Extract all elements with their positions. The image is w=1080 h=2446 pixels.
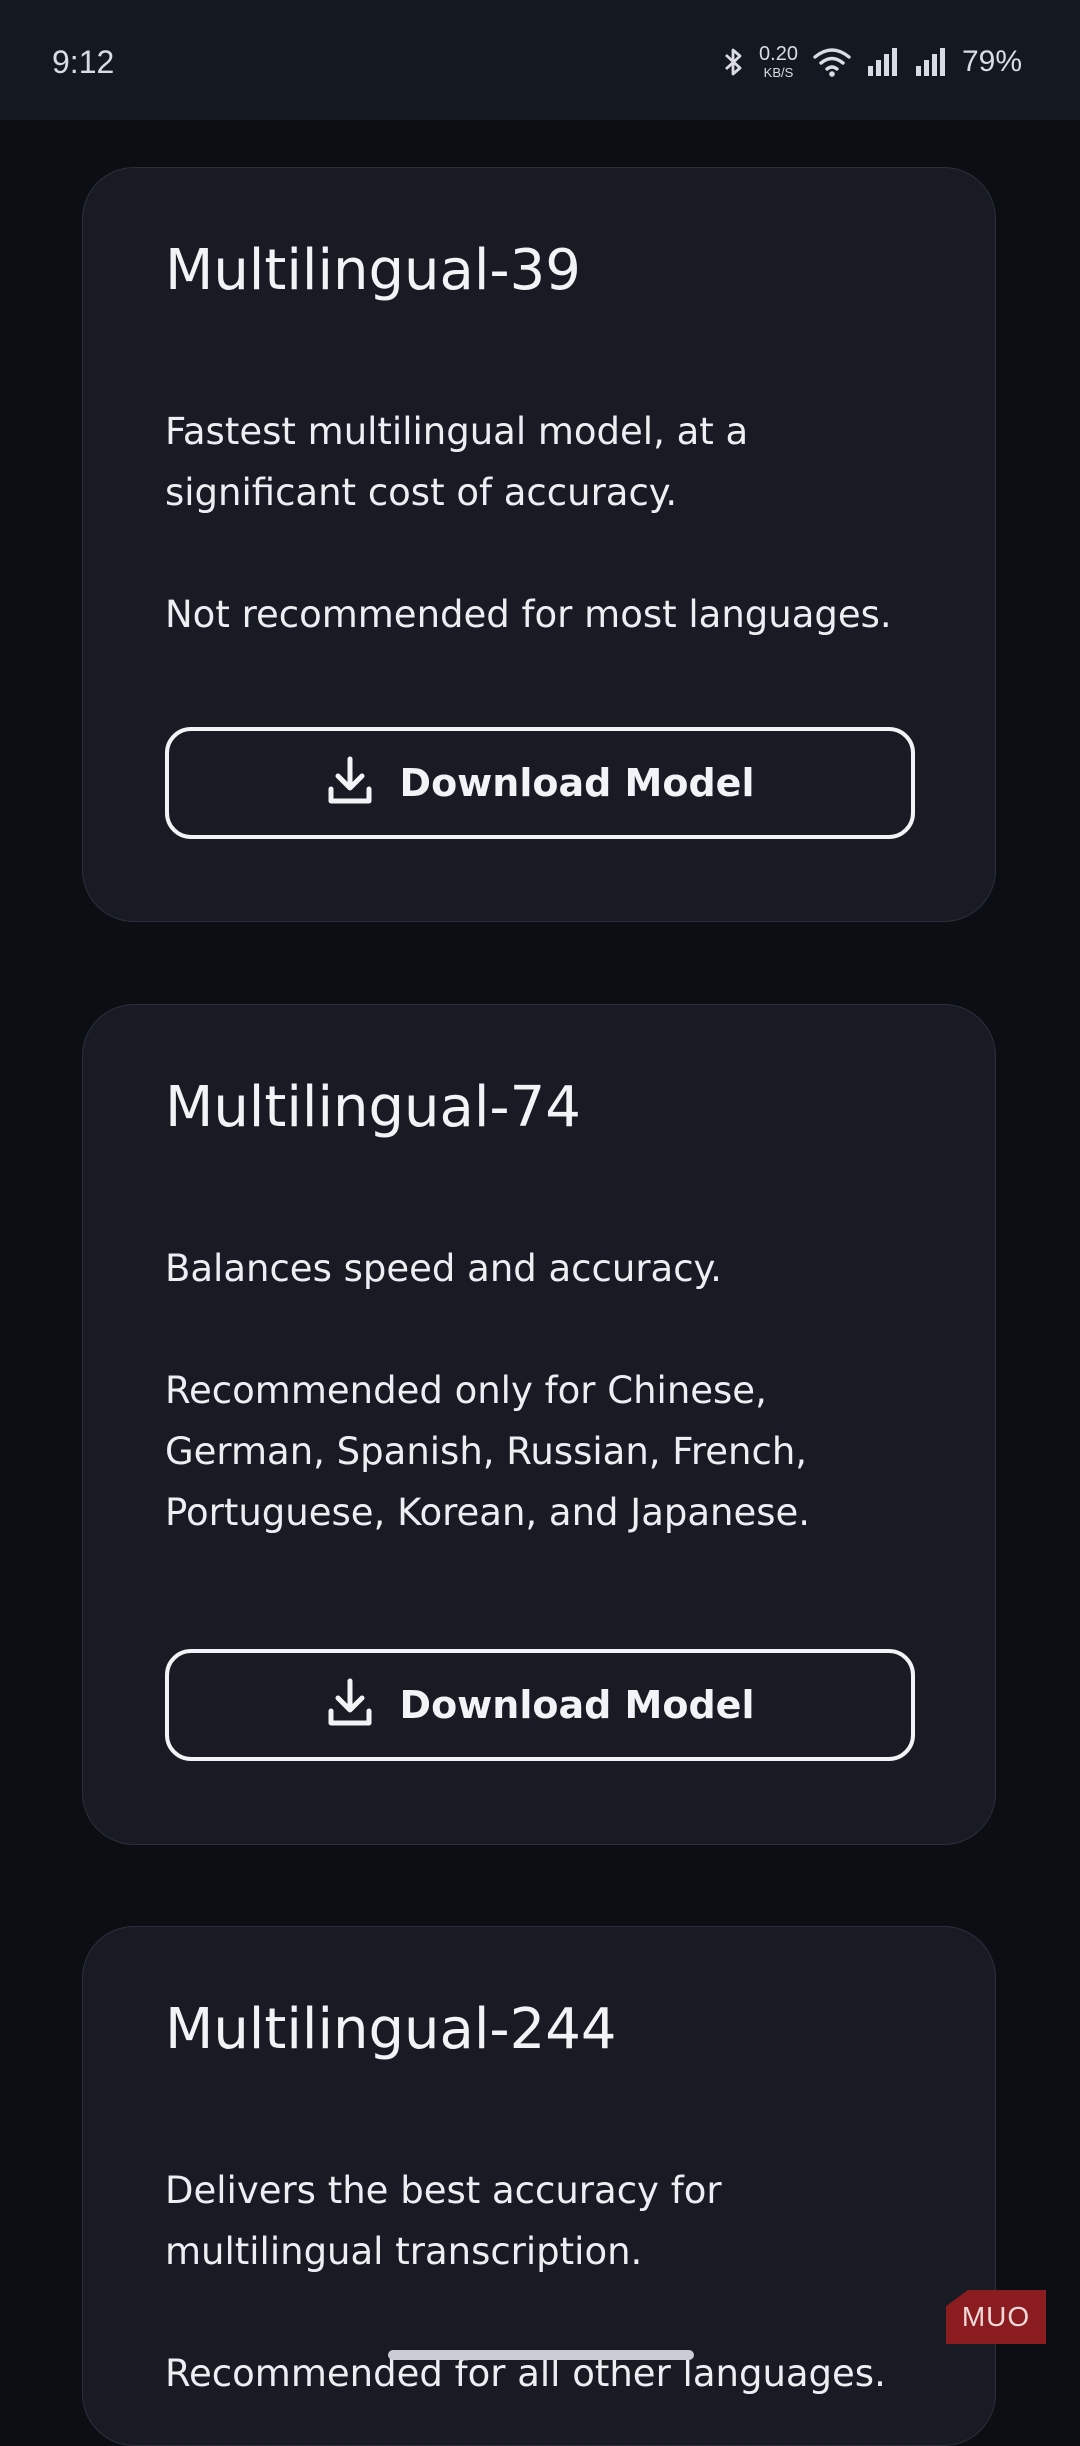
muo-watermark-logo: MUO — [946, 2290, 1046, 2344]
battery-level: 79% — [961, 44, 1022, 78]
model-card-multilingual-74: Multilingual-74 Balances speed and accur… — [82, 1004, 996, 1845]
model-description: Balances speed and accuracy. Recommended… — [165, 1238, 925, 1543]
download-icon — [326, 755, 374, 811]
model-description: Fastest multilingual model, at a signifi… — [165, 401, 925, 645]
model-description: Delivers the best accuracy for multiling… — [165, 2160, 925, 2404]
model-description-text: Fastest multilingual model, at a signifi… — [165, 410, 749, 514]
wifi-icon — [812, 46, 852, 78]
status-time: 9:12 — [52, 44, 115, 80]
net-speed: 0.20 KB/S — [759, 44, 798, 79]
model-title: Multilingual-244 — [165, 1997, 617, 2062]
signal-icon — [866, 46, 900, 78]
status-icons: 0.20 KB/S 79% — [723, 44, 1022, 79]
net-speed-value: 0.20 — [759, 43, 798, 65]
model-card-multilingual-39: Multilingual-39 Fastest multilingual mod… — [82, 167, 996, 922]
model-recommendation-text: Recommended only for Chinese, German, Sp… — [165, 1369, 811, 1534]
model-card-multilingual-244: Multilingual-244 Delivers the best accur… — [82, 1926, 996, 2446]
download-model-button[interactable]: Download Model — [165, 1649, 915, 1761]
model-recommendation-text: Not recommended for most languages. — [165, 593, 892, 636]
net-speed-unit: KB/S — [763, 65, 794, 80]
bluetooth-icon — [723, 46, 745, 78]
status-bar: 9:12 0.20 KB/S 79% — [0, 0, 1080, 120]
model-title: Multilingual-39 — [165, 238, 581, 303]
download-icon — [326, 1677, 374, 1733]
model-title: Multilingual-74 — [165, 1075, 581, 1140]
download-model-label: Download Model — [399, 761, 755, 805]
home-indicator[interactable] — [388, 2350, 694, 2360]
download-model-label: Download Model — [399, 1683, 755, 1727]
model-description-text: Balances speed and accuracy. — [165, 1247, 722, 1290]
model-description-text: Delivers the best accuracy for multiling… — [165, 2169, 722, 2273]
download-model-button[interactable]: Download Model — [165, 727, 915, 839]
signal-icon — [914, 46, 948, 78]
